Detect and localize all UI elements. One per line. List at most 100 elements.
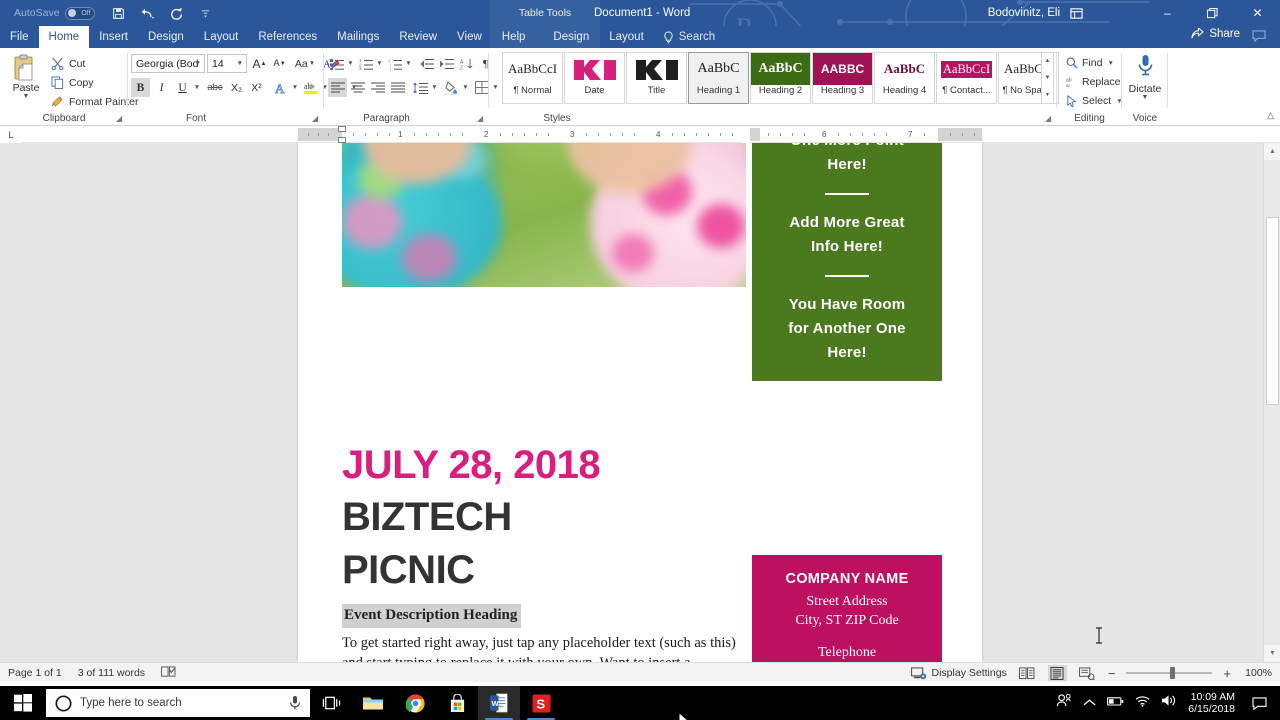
grow-font-button[interactable]: A ▲ — [250, 54, 269, 73]
microphone-icon[interactable] — [289, 695, 301, 711]
shading-caret[interactable]: ▼ — [460, 78, 470, 97]
display-settings-button[interactable]: Display Settings — [910, 666, 1007, 680]
paste-button[interactable]: Paste ▼ — [6, 52, 46, 100]
find-button[interactable]: Find ▼ — [1063, 56, 1117, 70]
sort-icon[interactable]: AZ — [458, 54, 476, 73]
document-image[interactable] — [342, 143, 746, 287]
file-explorer-icon[interactable] — [352, 686, 394, 720]
gallery-more-icon[interactable]: ▾ — [1042, 86, 1053, 103]
italic-button[interactable]: I — [152, 78, 171, 97]
battery-icon[interactable] — [1107, 694, 1124, 712]
change-case-button[interactable]: Aa ▼ — [292, 54, 318, 73]
autosave-control[interactable]: AutoSave Off — [14, 6, 95, 20]
strikethrough-button[interactable]: abc — [204, 78, 226, 97]
comments-icon[interactable] — [1252, 30, 1266, 45]
copy-button[interactable]: Copy — [48, 75, 97, 90]
search-input[interactable]: Type here to search — [46, 689, 310, 717]
dictate-caret[interactable]: ▼ — [1125, 94, 1165, 101]
font-size-box[interactable]: 14 ▼ — [207, 54, 247, 73]
ribbon-display-icon[interactable] — [1069, 6, 1084, 21]
tab-home[interactable]: Home — [38, 26, 90, 48]
tab-file[interactable]: File — [0, 26, 39, 48]
styles-gallery-scroll[interactable]: ▲ ▼ ▾ — [1041, 52, 1054, 104]
proofing-icon[interactable] — [161, 665, 176, 681]
font-name-box[interactable]: Georgia (Bod ▼ — [131, 54, 205, 73]
search-box[interactable]: Search — [654, 26, 724, 48]
microsoft-store-icon[interactable] — [436, 686, 478, 720]
underline-button[interactable]: U — [173, 78, 192, 97]
numbering-icon[interactable]: 123 — [357, 54, 374, 73]
line-spacing-caret[interactable]: ▼ — [429, 78, 439, 97]
windows-start-icon[interactable] — [0, 686, 46, 720]
decrease-indent-icon[interactable] — [417, 54, 436, 73]
web-layout-icon[interactable] — [1078, 665, 1097, 681]
style-contact[interactable]: AaBbCcI ¶ Contact... — [936, 52, 997, 104]
text-highlight-button[interactable]: ab — [301, 78, 320, 97]
numbering-caret[interactable]: ▼ — [374, 54, 384, 73]
print-layout-icon[interactable] — [1047, 665, 1067, 681]
tab-review[interactable]: Review — [389, 26, 447, 48]
align-left-icon[interactable] — [328, 78, 347, 97]
document-page[interactable]: JULY 28, 2018 BIZTECH PICNIC Event Descr… — [298, 143, 1102, 662]
volume-icon[interactable] — [1161, 694, 1177, 712]
style-normal[interactable]: AaBbCcI ¶ Normal — [502, 52, 563, 104]
page-indicator[interactable]: Page 1 of 1 — [8, 667, 62, 679]
close-button[interactable]: ✕ — [1235, 0, 1280, 26]
save-icon[interactable] — [111, 5, 127, 21]
wifi-icon[interactable] — [1135, 694, 1150, 712]
collapse-ribbon-icon[interactable]: △ — [1267, 110, 1274, 121]
scroll-up-arrow-icon[interactable]: ▲ — [1264, 143, 1280, 160]
zoom-out-button[interactable]: − — [1108, 666, 1116, 681]
styles-dialog-launcher[interactable]: ◢ — [1045, 114, 1054, 123]
zoom-slider-thumb[interactable] — [1170, 667, 1176, 679]
scroll-down-arrow-icon[interactable]: ▼ — [1264, 645, 1280, 662]
tab-help[interactable]: Help — [492, 26, 536, 48]
document-title-heading[interactable]: BIZTECH PICNIC — [342, 491, 622, 597]
horizontal-ruler[interactable]: 1 2 3 4 6 7 — [298, 126, 982, 143]
document-date-heading[interactable]: JULY 28, 2018 — [342, 443, 742, 488]
document-body-paragraph[interactable]: To get started right away, just tap any … — [342, 633, 740, 662]
style-heading-1[interactable]: AaBbC Heading 1 — [688, 52, 749, 104]
scrollbar-thumb[interactable] — [1266, 217, 1279, 405]
tab-layout[interactable]: Layout — [194, 26, 249, 48]
bullets-caret[interactable]: ▼ — [345, 54, 355, 73]
tab-insert[interactable]: Insert — [89, 26, 138, 48]
gallery-scroll-down-icon[interactable]: ▼ — [1042, 70, 1053, 87]
show-marks-icon[interactable]: ¶ — [477, 54, 494, 73]
zoom-in-button[interactable]: + — [1223, 666, 1231, 681]
underline-caret[interactable]: ▼ — [191, 78, 202, 97]
event-description-heading[interactable]: Event Description Heading — [342, 604, 522, 628]
customize-qat-icon[interactable] — [198, 5, 214, 21]
minimize-button[interactable]: – — [1145, 0, 1190, 26]
word-count[interactable]: 3 of 111 words — [78, 667, 145, 679]
bullets-icon[interactable] — [328, 54, 345, 73]
tab-view[interactable]: View — [447, 26, 492, 48]
microsoft-word-icon[interactable]: W — [478, 686, 520, 720]
font-name-caret[interactable]: ▼ — [195, 60, 201, 67]
tab-table-design[interactable]: Design — [543, 26, 599, 48]
line-spacing-icon[interactable] — [411, 78, 429, 97]
gallery-scroll-up-icon[interactable]: ▲ — [1042, 53, 1053, 70]
action-center-icon[interactable] — [1246, 686, 1272, 720]
superscript-button[interactable]: X² — [247, 78, 266, 97]
task-view-icon[interactable] — [310, 686, 352, 720]
align-center-icon[interactable] — [348, 78, 367, 97]
vertical-scrollbar[interactable]: ▲ ▼ — [1263, 143, 1280, 662]
style-heading-4[interactable]: AaBbC Heading 4 — [874, 52, 935, 104]
show-hidden-icons-icon[interactable] — [1083, 694, 1096, 712]
dictate-button[interactable]: Dictate ▼ — [1125, 52, 1165, 101]
shrink-font-button[interactable]: A ▼ — [270, 54, 289, 73]
undo-icon[interactable] — [140, 5, 156, 21]
people-icon[interactable] — [1056, 693, 1072, 713]
first-line-indent-marker[interactable] — [338, 126, 346, 132]
ruler-table-marker[interactable] — [750, 128, 760, 141]
style-date[interactable]: Date — [564, 52, 625, 104]
green-sidebar-block[interactable]: Don’t Be Shy—Tell Them Why They Can’t Mi… — [752, 143, 942, 381]
restore-button[interactable] — [1190, 0, 1235, 26]
style-heading-2[interactable]: AaBbC Heading 2 — [750, 52, 811, 104]
align-right-icon[interactable] — [368, 78, 387, 97]
taskbar-clock[interactable]: 10:09 AM 6/15/2018 — [1188, 691, 1235, 715]
share-button[interactable]: Share — [1191, 28, 1240, 40]
google-chrome-icon[interactable] — [394, 686, 436, 720]
account-area[interactable]: Bodovinitz, Eli — [988, 0, 1084, 26]
